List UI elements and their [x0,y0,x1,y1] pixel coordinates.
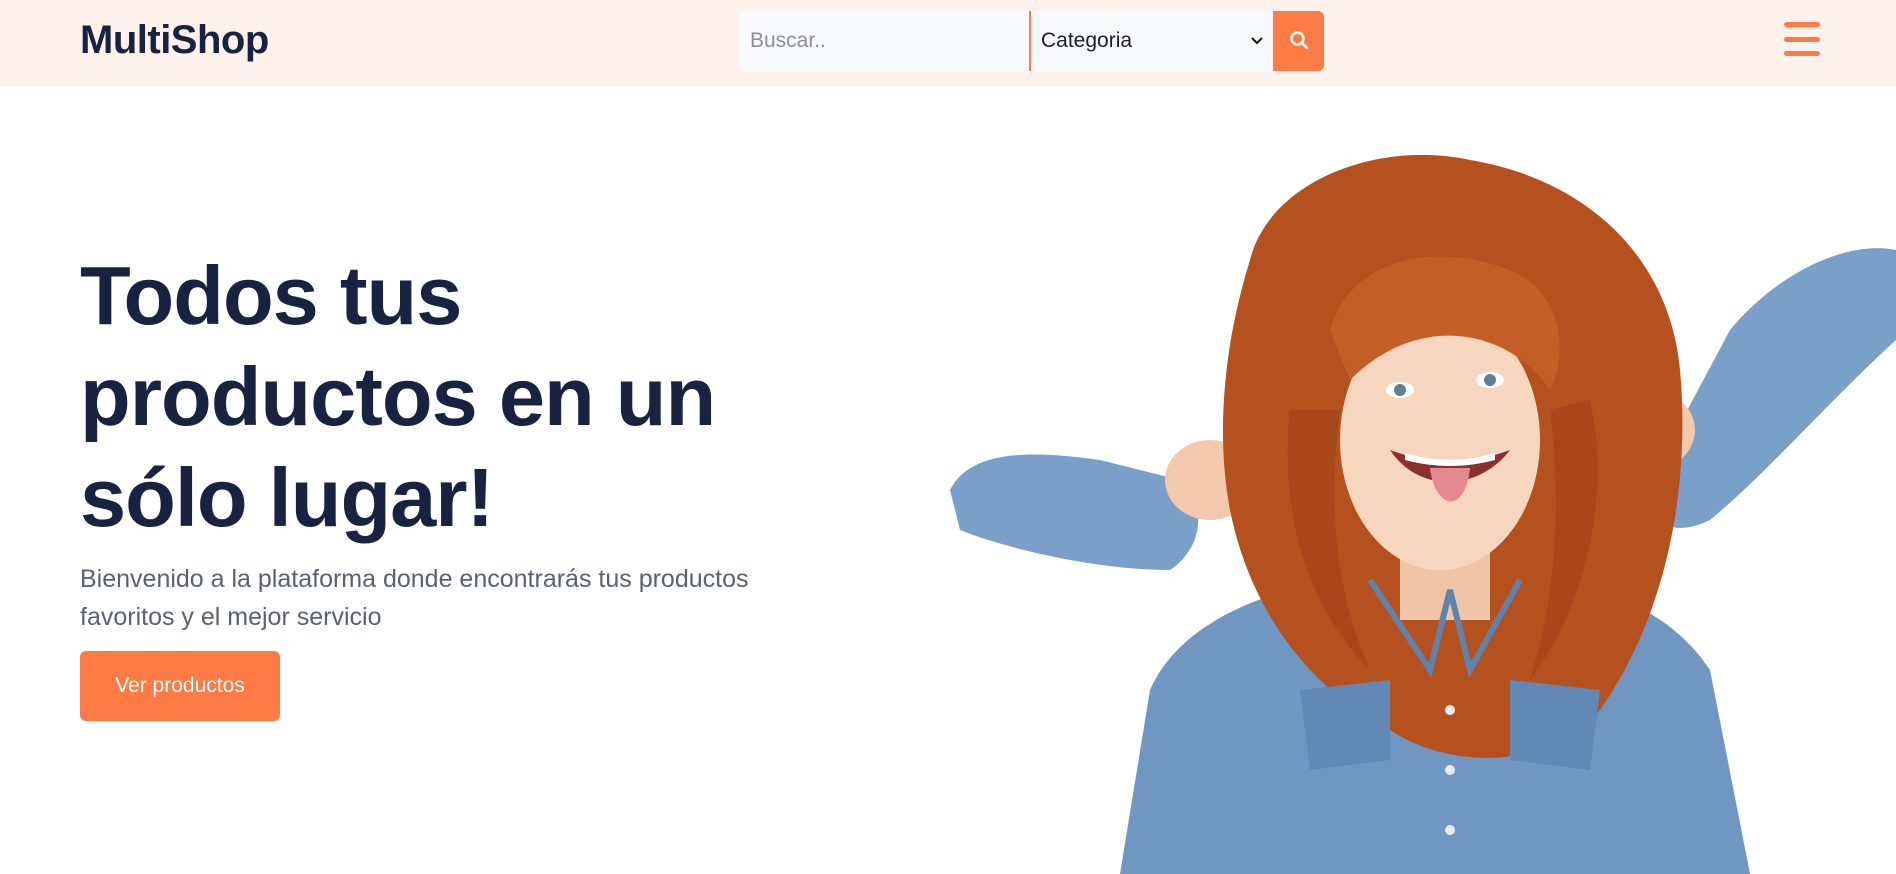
category-select[interactable]: Categoria [1029,11,1273,71]
hero-subtitle: Bienvenido a la plataforma donde encontr… [80,565,749,631]
view-products-button[interactable]: Ver productos [80,651,280,721]
search-form: Categoria [739,11,1324,71]
category-selected-label: Categoria [1041,29,1133,52]
menu-line [1784,36,1820,42]
chevron-down-icon [1251,32,1263,50]
brand-logo[interactable]: MultiShop [80,18,269,63]
hero-model-image [950,154,1896,874]
hero-title: Todos tus productos en un sólo lugar! [80,249,716,544]
search-button[interactable] [1273,11,1324,71]
menu-line [1784,22,1820,27]
navbar: MultiShop Categoria [0,0,1896,86]
menu-line [1784,51,1820,56]
hamburger-menu-icon[interactable] [1784,22,1820,56]
search-input[interactable] [739,11,1029,71]
search-icon [1289,30,1309,53]
